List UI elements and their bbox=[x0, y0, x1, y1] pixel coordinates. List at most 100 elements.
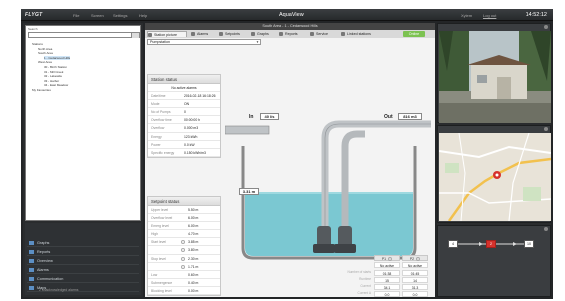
setpoint-toggle-icon[interactable] bbox=[181, 256, 185, 261]
logout-link[interactable]: Log out bbox=[483, 13, 496, 18]
station-tree: Search Stations North Area South Area 1 - C… bbox=[25, 25, 141, 221]
setpoint-row: 1.71 m bbox=[148, 263, 220, 271]
row-value: 0.000 m3 bbox=[184, 126, 199, 131]
search-icon[interactable] bbox=[131, 33, 139, 38]
nav-alarms[interactable]: Alarms bbox=[27, 266, 139, 274]
row-value: 4.70 m bbox=[188, 232, 199, 237]
station-picture-select[interactable]: Pumpstation ▼ bbox=[147, 39, 261, 45]
tree-node[interactable]: North Area bbox=[38, 47, 52, 51]
tab-reports[interactable]: Reports bbox=[279, 31, 307, 37]
tree-node[interactable]: 31 - Mill Creek bbox=[44, 70, 63, 74]
setpoint-row: Overflow level 6.00 m bbox=[148, 214, 220, 223]
row-value: 123 kWh bbox=[184, 134, 198, 139]
row-label: Blocking level bbox=[151, 288, 172, 293]
nav-overview[interactable]: Overview bbox=[27, 257, 139, 265]
setpoint-toggle-icon[interactable] bbox=[181, 248, 185, 253]
row-label: Specific energy bbox=[151, 150, 175, 155]
station-map[interactable] bbox=[439, 133, 551, 221]
pump-col-p1[interactable]: P1 bbox=[374, 255, 400, 262]
menu-settings[interactable]: Settings bbox=[113, 13, 127, 18]
tree-node[interactable]: 1 - Cedarwood Hills bbox=[44, 55, 71, 60]
inflow-value: 40 l/s bbox=[260, 113, 279, 120]
tab-setpoints[interactable]: Setpoints bbox=[219, 31, 249, 37]
tree-node[interactable]: 33 - Harbor bbox=[44, 79, 59, 83]
tab-linked-stations[interactable]: Linked stations bbox=[341, 31, 387, 37]
outflow-value: 816 m3 bbox=[398, 113, 422, 120]
row-value: 5.50 m bbox=[188, 208, 199, 212]
setpoint-toggle-icon[interactable] bbox=[181, 264, 185, 269]
pump-col-p2[interactable]: P2 bbox=[402, 255, 428, 262]
pump-cell: 01:45 bbox=[402, 270, 428, 276]
setpoint-toggle-icon[interactable] bbox=[181, 240, 185, 245]
tree-node[interactable]: 34 - East Meadow bbox=[44, 83, 68, 87]
station-view: South Area - 1 - Cedarwood Hills Station… bbox=[145, 23, 435, 297]
setpoint-icon bbox=[219, 32, 223, 36]
tree-node[interactable]: West Area bbox=[38, 60, 52, 64]
row-value: 0 bbox=[184, 110, 186, 115]
row-label: Mode bbox=[151, 102, 160, 107]
nav-panel: Graphs Reports Overview Alarms Communica… bbox=[25, 223, 141, 295]
row-value: 2.30 m bbox=[188, 256, 199, 261]
wrench-icon bbox=[310, 32, 314, 36]
tab-station-picture[interactable]: Station picture bbox=[147, 31, 187, 37]
station-status-title: Station status bbox=[148, 75, 220, 84]
row-value: 0.150 kWh/m3 bbox=[184, 150, 206, 155]
nav-communication[interactable]: Communication bbox=[27, 275, 139, 283]
pump-cell: 0.0 bbox=[402, 291, 428, 297]
row-label: Energy bbox=[151, 134, 162, 139]
row-label: Emerg level bbox=[151, 224, 169, 229]
tab-service[interactable]: Service bbox=[310, 31, 338, 37]
station-status-panel: Station status No active alarms Date/tim… bbox=[147, 74, 221, 158]
picture-icon bbox=[148, 33, 152, 37]
menu-screen[interactable]: Screen bbox=[91, 13, 104, 18]
station-photo bbox=[439, 31, 551, 123]
setpoint-status-title: Setpoint status bbox=[148, 197, 220, 206]
inflow-label: In bbox=[249, 114, 254, 120]
outflow-label: Out bbox=[384, 114, 393, 120]
graph-icon bbox=[251, 32, 255, 36]
tab-graphs[interactable]: Graphs bbox=[251, 31, 277, 37]
station-status-row: Overflow 0.000 m3 bbox=[148, 124, 220, 133]
alarm-footer[interactable]: 2 unacknowledged alarms bbox=[27, 288, 78, 292]
tree-node[interactable]: 32 - Lakeside bbox=[44, 74, 62, 78]
row-value: 0.60 m bbox=[188, 272, 199, 277]
close-icon[interactable] bbox=[544, 25, 548, 29]
tab-alarms[interactable]: Alarms bbox=[191, 31, 217, 37]
close-icon[interactable] bbox=[544, 127, 548, 131]
pump-cell: 34.1 bbox=[374, 284, 400, 290]
station-photo-panel bbox=[437, 23, 551, 123]
map-pin-icon[interactable] bbox=[493, 171, 501, 179]
water-surface bbox=[245, 192, 413, 194]
pump-cell: 14 bbox=[402, 277, 428, 283]
sequence-box-2[interactable]: 2 bbox=[486, 240, 496, 248]
pump-row-label: Current bbox=[360, 284, 371, 288]
setpoint-row: Low 0.60 m bbox=[148, 271, 220, 279]
tree-node[interactable]: My Favourites bbox=[32, 88, 51, 92]
pump-cell: 0.0 bbox=[374, 291, 400, 297]
tree-node[interactable]: Stations bbox=[32, 42, 43, 46]
menu-help[interactable]: Help bbox=[139, 13, 147, 18]
menu-file[interactable]: File bbox=[73, 13, 79, 18]
nav-reports[interactable]: Reports bbox=[27, 248, 139, 256]
row-value: 0.00 m bbox=[188, 288, 199, 293]
row-label: Stop level bbox=[151, 256, 166, 261]
setpoint-status-panel: Setpoint status Upper level 5.50 m Overflo… bbox=[147, 196, 221, 297]
brand-logo: FLYGT bbox=[25, 12, 43, 18]
pump-cell: 01:38 bbox=[374, 270, 400, 276]
sequence-box-3[interactable]: 10 bbox=[524, 240, 534, 248]
station-tabs: Station picture Alarms Setpoints Graphs … bbox=[145, 30, 435, 38]
setpoint-row: High 4.70 m bbox=[148, 230, 220, 239]
tree-search-label: Search bbox=[28, 27, 38, 31]
nav-graphs[interactable]: Graphs bbox=[27, 239, 139, 247]
tree-search-input[interactable] bbox=[28, 32, 140, 38]
station-status-row: Energy 123 kWh bbox=[148, 133, 220, 141]
tree-node[interactable]: 30 - Birch Station bbox=[44, 65, 67, 69]
report-icon bbox=[29, 250, 34, 254]
close-icon[interactable] bbox=[544, 227, 548, 231]
tree-node[interactable]: South Area bbox=[38, 51, 53, 55]
communication-icon bbox=[29, 277, 34, 281]
row-value: 3.85 m bbox=[188, 240, 199, 245]
graph-icon bbox=[29, 241, 34, 245]
sequence-box-1[interactable]: 4 bbox=[448, 240, 458, 248]
row-value: ON bbox=[184, 102, 190, 107]
